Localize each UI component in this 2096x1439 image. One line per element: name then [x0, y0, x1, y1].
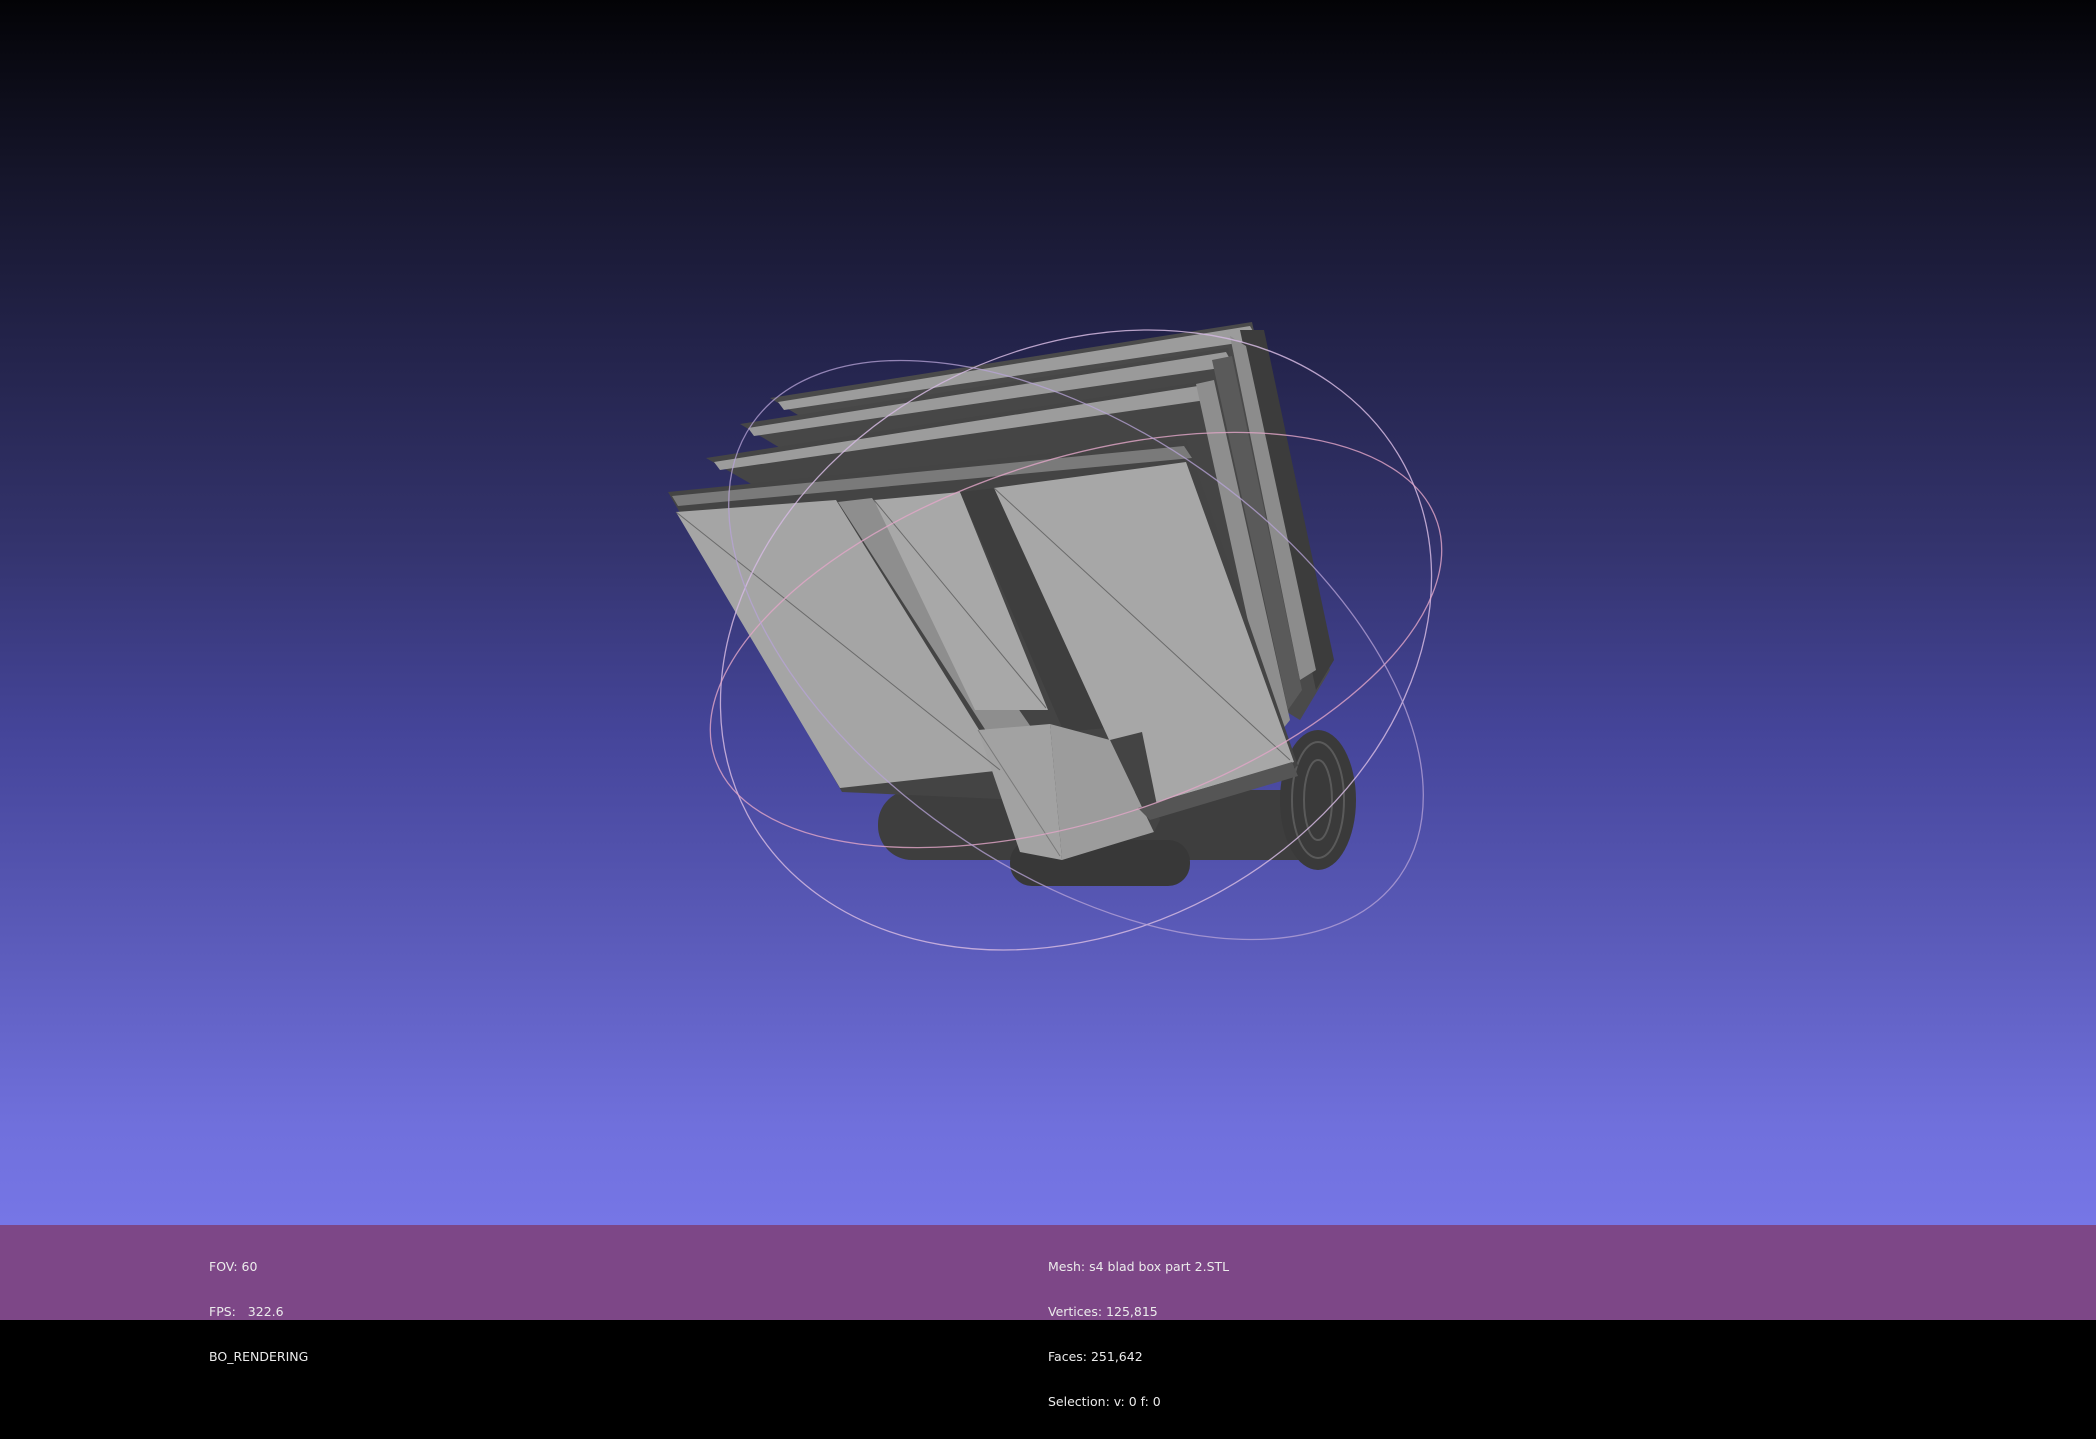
- mesh-front-plate: [668, 440, 1298, 860]
- selection-readout: Selection: v: 0 f: 0: [1048, 1394, 1161, 1409]
- mesh-name-readout: Mesh: s4 blad box part 2.STL: [1048, 1259, 1230, 1274]
- 3d-viewport[interactable]: [0, 0, 2096, 1225]
- fov-readout: FOV: 60: [209, 1259, 258, 1274]
- mesh-scene[interactable]: [0, 0, 2096, 1225]
- mesh-info: Mesh: s4 blad box part 2.STL Vertices: 1…: [1048, 1229, 1229, 1439]
- status-bar: FOV: 60 FPS: 322.6 BO_RENDERING Mesh: s4…: [0, 1225, 2096, 1409]
- faces-readout: Faces: 251,642: [1048, 1349, 1143, 1364]
- vertices-readout: Vertices: 125,815: [1048, 1304, 1158, 1319]
- fps-readout: FPS: 322.6: [209, 1304, 284, 1319]
- render-info: FOV: 60 FPS: 322.6 BO_RENDERING: [209, 1229, 308, 1394]
- render-mode-readout: BO_RENDERING: [209, 1349, 309, 1364]
